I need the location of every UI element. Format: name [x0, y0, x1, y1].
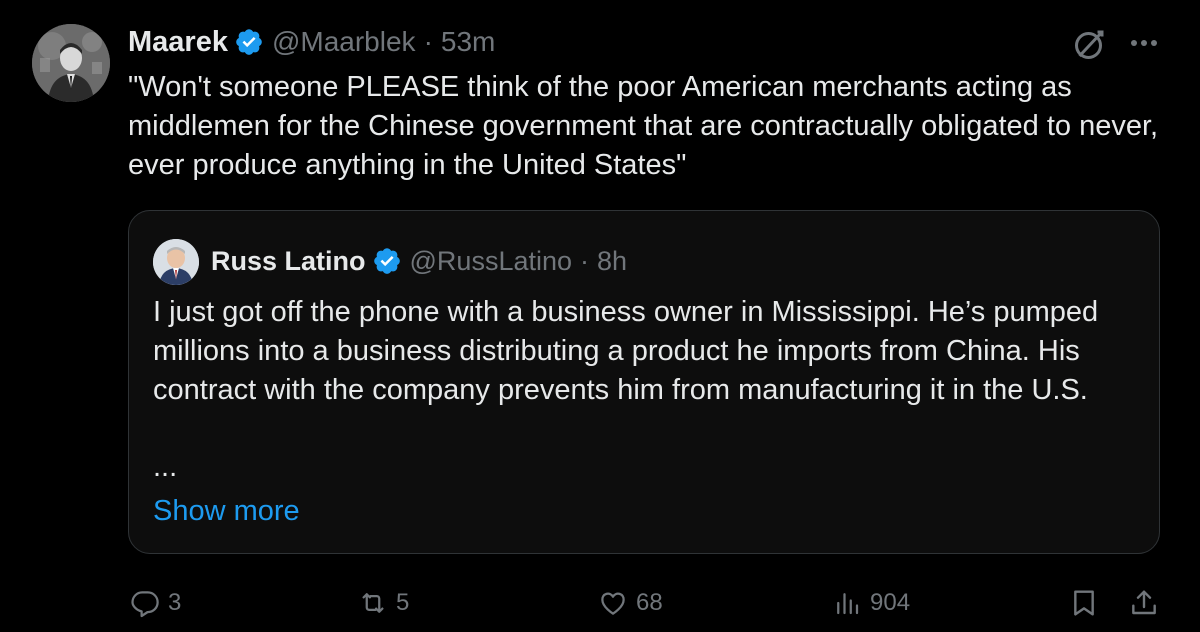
repost-button[interactable]: 5 — [358, 584, 409, 622]
tweet-header: Maarek @Maarblek · 53m — [128, 22, 495, 62]
reply-icon — [131, 591, 159, 618]
quoted-author-name[interactable]: Russ Latino — [211, 246, 366, 277]
share-button[interactable] — [1128, 584, 1160, 622]
bookmark-button[interactable] — [1068, 584, 1100, 622]
like-button[interactable]: 68 — [598, 584, 663, 622]
tweet: Maarek @Maarblek · 53m "Won't someone PL… — [0, 0, 1200, 632]
more-options-icon[interactable] — [1126, 30, 1162, 56]
quoted-tweet[interactable]: Russ Latino @RussLatino · 8h I just got … — [128, 210, 1160, 554]
views-button[interactable]: 904 — [832, 584, 910, 622]
quoted-avatar-image — [153, 239, 199, 285]
avatar-image — [32, 24, 110, 102]
views-icon — [837, 593, 859, 615]
grok-icon[interactable] — [1072, 26, 1108, 62]
like-count: 68 — [636, 589, 663, 616]
meta-separator: · — [580, 245, 590, 276]
quoted-author-avatar[interactable] — [153, 239, 199, 285]
verified-badge-icon — [236, 29, 262, 55]
verified-badge-icon — [373, 248, 400, 274]
like-icon — [601, 592, 625, 615]
share-icon — [1132, 590, 1156, 615]
author-handle[interactable]: @Maarblek — [272, 26, 416, 58]
views-count: 904 — [870, 589, 911, 616]
show-more-link[interactable]: Show more — [153, 495, 300, 528]
repost-icon — [362, 593, 384, 613]
repost-count: 5 — [396, 589, 410, 616]
meta-separator: · — [423, 26, 433, 57]
quoted-tweet-text: I just got off the phone with a business… — [153, 296, 1099, 406]
quoted-author-handle[interactable]: @RussLatino — [410, 246, 573, 277]
author-name[interactable]: Maarek — [128, 26, 228, 59]
tweet-timestamp[interactable]: 53m — [441, 26, 495, 58]
author-avatar[interactable] — [32, 24, 110, 102]
truncation-ellipsis: ... — [153, 451, 178, 483]
reply-button[interactable]: 3 — [130, 584, 181, 622]
tweet-text: "Won't someone PLEASE think of the poor … — [128, 71, 1159, 181]
quoted-tweet-header: Russ Latino @RussLatino · 8h — [211, 241, 627, 281]
reply-count: 3 — [168, 589, 182, 616]
bookmark-icon — [1074, 590, 1094, 616]
quoted-tweet-timestamp[interactable]: 8h — [597, 246, 627, 277]
